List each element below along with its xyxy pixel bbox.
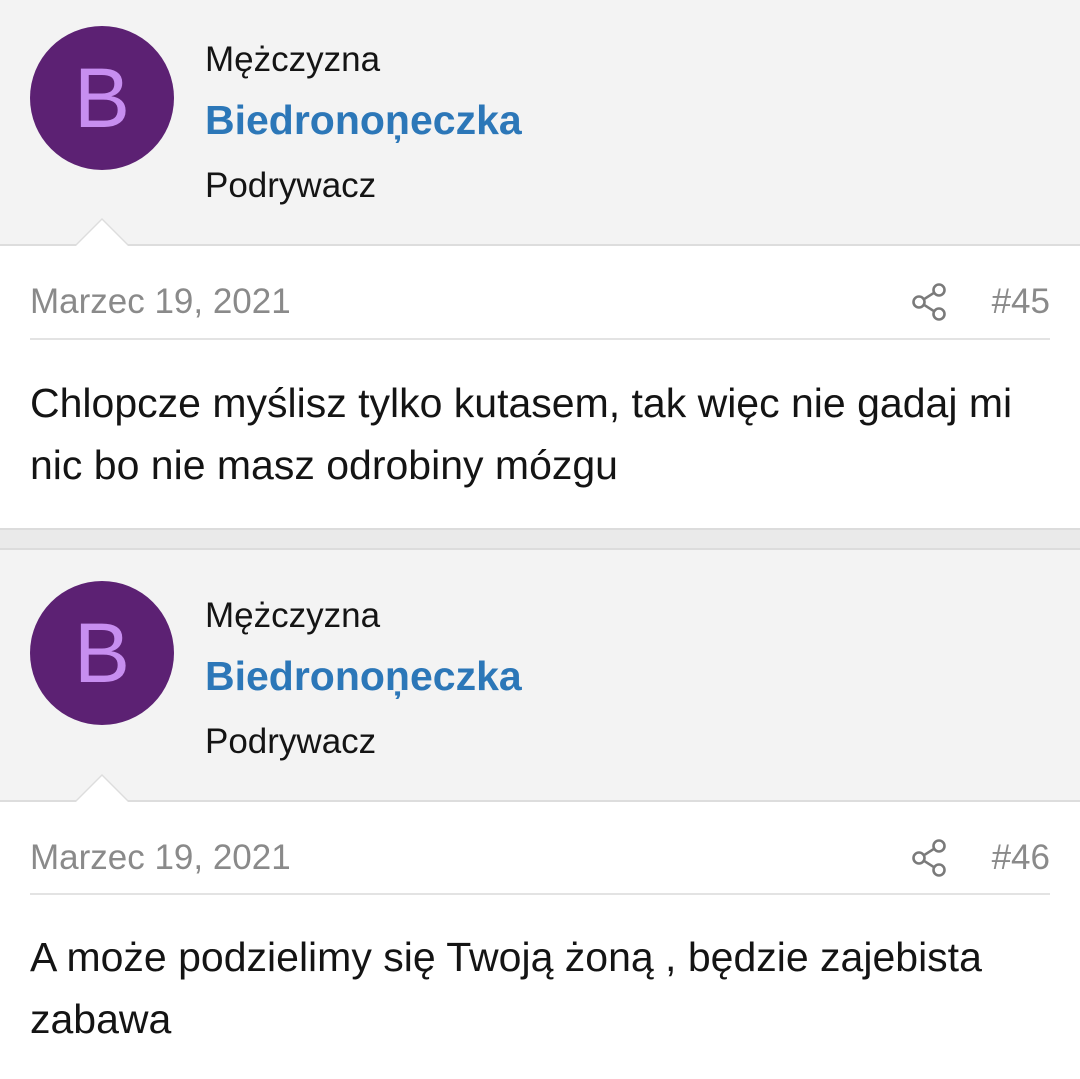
speech-arrow-fill xyxy=(76,776,128,802)
avatar[interactable]: B xyxy=(30,581,174,725)
post-number-link[interactable]: #45 xyxy=(992,282,1050,322)
meta-divider xyxy=(30,893,1050,895)
user-rank: Podrywacz xyxy=(205,722,377,761)
post: B Mężczyzna Biedronoņeczka Podrywacz Mar… xyxy=(0,0,1080,528)
share-icon[interactable] xyxy=(911,838,947,878)
user-gender: Mężczyzna xyxy=(205,40,381,79)
post-message: A może podzielimy się Twoją żoną , będzi… xyxy=(30,934,982,1042)
username-link[interactable]: Biedronoņeczka xyxy=(205,653,522,700)
post-user-block: B Mężczyzna Biedronoņeczka Podrywacz xyxy=(0,0,1080,246)
user-rank: Podrywacz xyxy=(205,166,377,205)
post-meta-row: Marzec 19, 2021 #45 xyxy=(30,282,1050,322)
post-message: Chlopcze myślisz tylko kutasem, tak więc… xyxy=(30,380,1013,488)
post-meta-row: Marzec 19, 2021 #46 xyxy=(30,838,1050,878)
post-number-link[interactable]: #46 xyxy=(992,838,1050,878)
post-user-block: B Mężczyzna Biedronoņeczka Podrywacz xyxy=(0,550,1080,802)
share-icon[interactable] xyxy=(911,282,947,322)
meta-divider xyxy=(30,338,1050,340)
post-separator xyxy=(0,528,1080,550)
post: B Mężczyzna Biedronoņeczka Podrywacz Mar… xyxy=(0,550,1080,1079)
avatar[interactable]: B xyxy=(30,26,174,170)
user-gender: Mężczyzna xyxy=(205,596,381,635)
post-date[interactable]: Marzec 19, 2021 xyxy=(30,838,291,878)
post-date[interactable]: Marzec 19, 2021 xyxy=(30,282,291,322)
speech-arrow-fill xyxy=(76,220,128,246)
username-link[interactable]: Biedronoņeczka xyxy=(205,97,522,144)
